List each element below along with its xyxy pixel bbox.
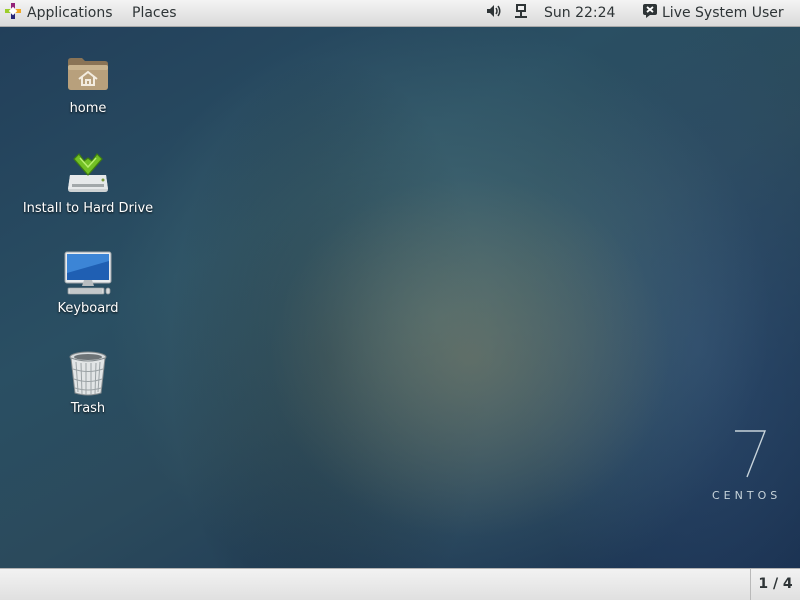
wired-network-icon[interactable] xyxy=(514,0,532,27)
clock[interactable]: Sun 22:24 xyxy=(544,0,615,27)
desktop-icon-install[interactable]: Install to Hard Drive xyxy=(13,149,163,216)
user-menu[interactable]: Live System User xyxy=(642,0,784,27)
desktop-icon-label: Install to Hard Drive xyxy=(22,201,154,216)
applications-label: Applications xyxy=(27,5,113,21)
user-status-icon xyxy=(643,4,657,18)
user-name: Live System User xyxy=(662,5,784,21)
speaker-icon[interactable] xyxy=(486,0,504,27)
bottom-panel: 1 / 4 xyxy=(0,568,800,600)
desktop-icon-label: Trash xyxy=(70,401,106,416)
applications-menu[interactable]: Applications xyxy=(4,0,113,27)
trash-icon xyxy=(69,351,107,396)
centos-logo-icon xyxy=(5,3,21,19)
centos-wallpaper-logo: CENTOS xyxy=(704,427,794,507)
workspace-switcher[interactable]: 1 / 4 xyxy=(750,569,800,600)
places-menu[interactable]: Places xyxy=(132,0,177,27)
centos-seven-mark xyxy=(735,430,767,478)
top-panel: Applications Places Sun 22:24 Live Syste… xyxy=(0,0,800,27)
desktop-icon-keyboard[interactable]: Keyboard xyxy=(13,249,163,316)
desktop-icon-label: home xyxy=(69,101,107,116)
centos-wordmark: CENTOS xyxy=(712,489,782,502)
desktop-icon-home[interactable]: home xyxy=(13,49,163,116)
home-folder-icon xyxy=(68,58,108,90)
desktop-icon-label: Keyboard xyxy=(57,301,119,316)
monitor-keyboard-icon xyxy=(64,251,112,295)
desktop: home Install to Hard Drive Keyboard Tras… xyxy=(0,27,800,568)
install-drive-icon xyxy=(68,153,108,192)
desktop-icon-trash[interactable]: Trash xyxy=(13,349,163,416)
